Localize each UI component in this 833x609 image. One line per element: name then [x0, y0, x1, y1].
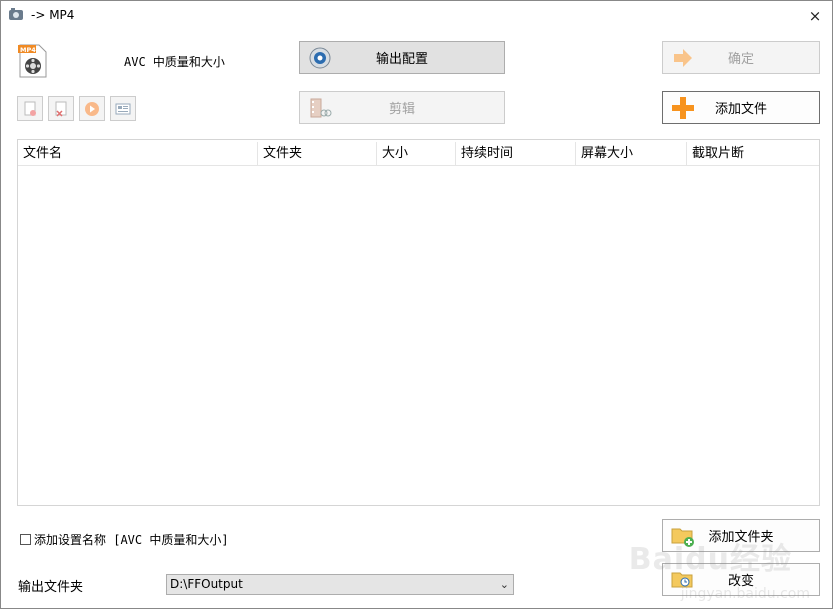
file-toolbar: [17, 96, 136, 121]
remove-file-button[interactable]: [17, 96, 43, 121]
add-file-button[interactable]: 添加文件: [662, 91, 820, 124]
app-icon: [8, 8, 24, 22]
output-folder-value: D:\FFOutput: [170, 577, 243, 591]
chevron-down-icon: ⌄: [499, 578, 509, 591]
clear-list-button[interactable]: [48, 96, 74, 121]
column-header-clip-segment[interactable]: 截取片断: [687, 142, 819, 166]
file-list[interactable]: 文件名 文件夹 大小 持续时间 屏幕大小 截取片断: [17, 139, 820, 506]
plus-icon: [671, 96, 695, 120]
ok-label: 确定: [727, 52, 754, 67]
add-setting-name-checkbox[interactable]: 添加设置名称 [AVC 中质量和大小]: [20, 531, 229, 548]
add-folder-button[interactable]: 添加文件夹: [662, 519, 820, 552]
film-scissors-icon: [308, 96, 332, 120]
column-header-folder[interactable]: 文件夹: [258, 142, 377, 166]
folder-add-icon: [671, 524, 695, 548]
title-bar: -> MP4 ×: [1, 1, 832, 31]
change-folder-button[interactable]: 改变: [662, 563, 820, 596]
gear-icon: [308, 46, 332, 70]
output-config-button[interactable]: 输出配置: [299, 41, 505, 74]
output-config-label: 输出配置: [375, 52, 428, 67]
column-header-size[interactable]: 大小: [377, 142, 456, 166]
output-folder-select[interactable]: D:\FFOutput ⌄: [166, 574, 514, 595]
file-list-header: 文件名 文件夹 大小 持续时间 屏幕大小 截取片断: [18, 142, 819, 166]
close-button[interactable]: ×: [804, 5, 826, 27]
converter-window: -> MP4 × MP4 AVC 中质量和大小 输出配置 确定 剪辑 添加文件 …: [0, 0, 833, 609]
output-folder-label: 输出文件夹: [18, 580, 84, 595]
svg-text:MP4: MP4: [20, 46, 36, 54]
arrow-right-icon: [671, 46, 695, 70]
change-label: 改变: [727, 574, 754, 589]
mp4-format-icon: MP4: [18, 44, 48, 78]
folder-open-icon: [671, 568, 695, 592]
column-header-filename[interactable]: 文件名: [18, 142, 258, 166]
ok-button[interactable]: 确定: [662, 41, 820, 74]
profile-label: AVC 中质量和大小: [124, 55, 225, 69]
clip-label: 剪辑: [388, 102, 415, 117]
media-info-button[interactable]: [110, 96, 136, 121]
add-setting-name-label: 添加设置名称 [AVC 中质量和大小]: [34, 533, 229, 547]
column-header-duration[interactable]: 持续时间: [456, 142, 576, 166]
add-folder-label: 添加文件夹: [708, 530, 774, 545]
checkbox-box[interactable]: [20, 534, 31, 545]
add-file-label: 添加文件: [714, 102, 767, 117]
window-title: -> MP4: [31, 8, 75, 22]
column-header-screen-size[interactable]: 屏幕大小: [576, 142, 687, 166]
play-button[interactable]: [79, 96, 105, 121]
clip-button[interactable]: 剪辑: [299, 91, 505, 124]
